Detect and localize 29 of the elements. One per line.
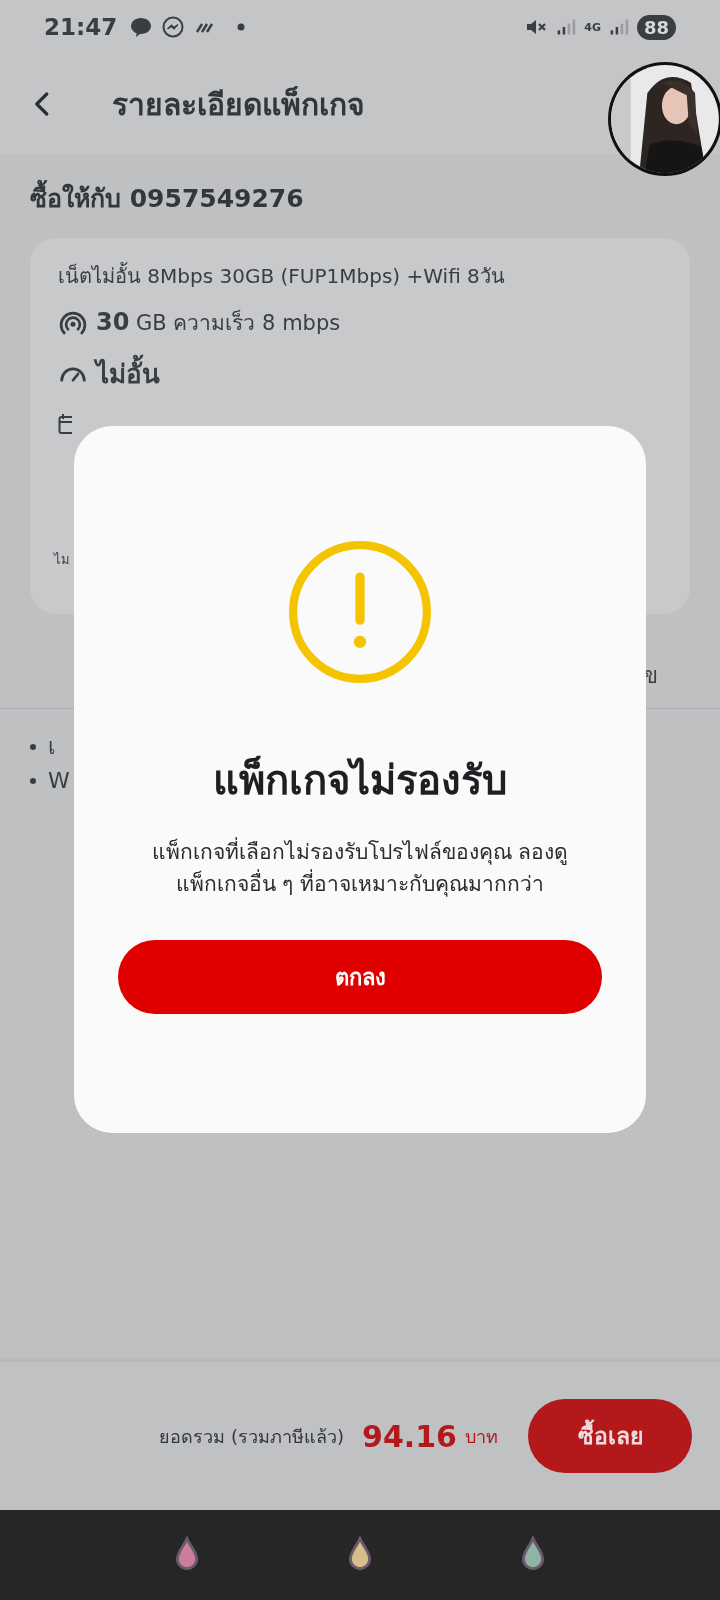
warning-icon	[288, 540, 432, 684]
page-title: รายละเอียดแพ็กเกจ	[112, 85, 365, 124]
bullet-icon	[30, 777, 36, 784]
detail-text: เ	[48, 733, 56, 761]
currency-text: บาท	[465, 1424, 498, 1449]
drop-icon[interactable]	[521, 1536, 546, 1570]
dialog-title: แพ็กเกจไม่รองรับ	[213, 754, 507, 805]
data-amount-text: 30 GB ความเร็ว 8 mbps	[96, 307, 341, 338]
dialog-message: แพ็กเกจที่เลือกไม่รองรับโปรไฟล์ของคุณ ลองดูแพ็กเกจอื่น ๆ ที่อาจเหมาะกับคุณมากกว่า	[145, 836, 575, 900]
package-name: เน็ตไม่อั้น 8Mbps 30GB (FUP1Mbps) +Wifi 8วัน	[57, 261, 506, 290]
recipient-text: ซื้อให้กับ 0957549276	[0, 154, 720, 238]
messenger-icon	[161, 15, 186, 39]
ok-button[interactable]: ตกลง	[118, 940, 602, 1014]
total-price: 94.16	[362, 1418, 457, 1454]
chat-bubble-icon	[129, 15, 154, 39]
bullet-icon	[30, 743, 36, 750]
calendar-icon	[58, 412, 72, 436]
signal-icon	[556, 17, 577, 37]
signal-icon	[608, 17, 629, 37]
battery-level: 88	[636, 14, 676, 40]
total-label: ยอดรวม (รวมภาษีแล้ว)	[159, 1424, 345, 1449]
drop-icon[interactable]	[348, 1536, 372, 1570]
status-time: 21:47	[44, 14, 118, 40]
dot-icon	[237, 23, 246, 31]
network-type: 4G	[584, 21, 601, 33]
detail-text: W	[48, 768, 70, 793]
buy-now-button[interactable]: ซื้อเลย	[528, 1399, 692, 1473]
price-note: ไม	[54, 552, 70, 567]
drop-icon[interactable]	[174, 1536, 199, 1570]
